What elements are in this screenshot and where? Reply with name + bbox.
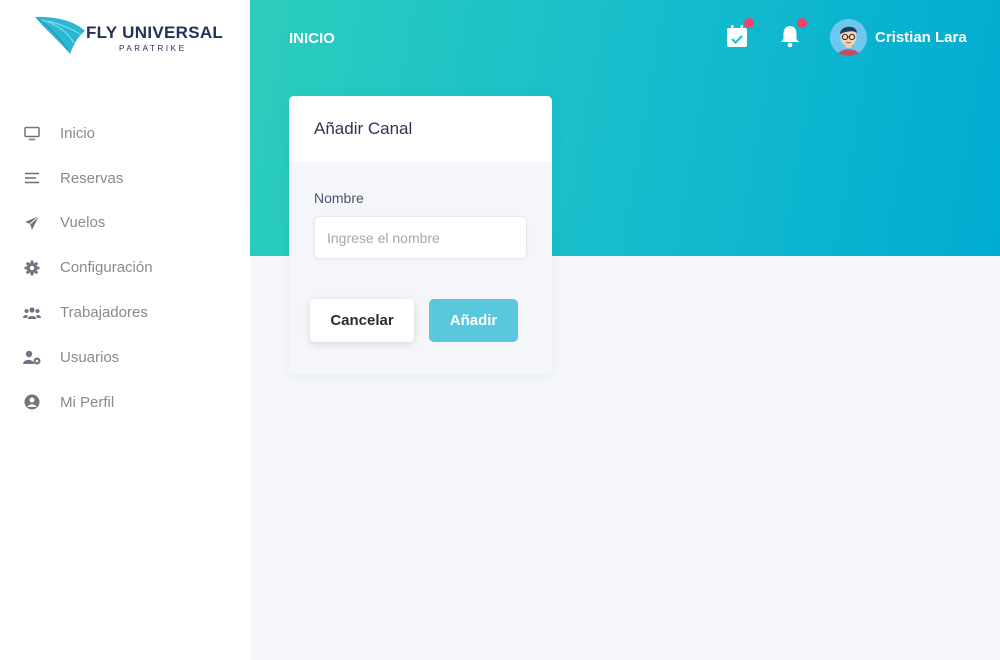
sidebar-nav: Inicio Reservas Vuelos Configuración Tra… — [0, 111, 250, 425]
sidebar-item-reservas[interactable]: Reservas — [0, 156, 250, 201]
calendar-check-icon[interactable] — [726, 18, 754, 50]
gear-icon — [23, 259, 41, 277]
wing-logo-icon — [35, 16, 85, 54]
sidebar-item-configuracion[interactable]: Configuración — [0, 245, 250, 290]
brand-subtitle: PARATRIKE — [119, 44, 187, 53]
sidebar-item-label: Inicio — [60, 124, 96, 142]
paper-plane-icon — [23, 214, 41, 232]
sidebar-item-label: Vuelos — [60, 214, 106, 232]
users-icon — [23, 304, 41, 322]
sidebar-item-label: Reservas — [60, 169, 124, 187]
brand-name: FLY UNIVERSAL — [86, 23, 224, 42]
bell-icon[interactable] — [779, 18, 807, 50]
brand-logo[interactable]: FLY UNIVERSAL PARATRIKE — [34, 14, 234, 58]
sidebar: FLY UNIVERSAL PARATRIKE Inicio Reservas … — [0, 0, 250, 660]
sidebar-item-mi-perfil[interactable]: Mi Perfil — [0, 380, 250, 425]
nombre-label: Nombre — [314, 190, 364, 206]
monitor-icon — [23, 124, 41, 142]
add-button[interactable]: Añadir — [429, 299, 518, 342]
user-cog-icon — [23, 348, 41, 366]
notification-dot — [797, 18, 807, 28]
page-title: INICIO — [289, 30, 335, 47]
menu-lines-icon — [23, 169, 41, 187]
sidebar-item-label: Trabajadores — [60, 304, 148, 322]
card-header: Añadir Canal — [289, 96, 552, 162]
sidebar-item-vuelos[interactable]: Vuelos — [0, 201, 250, 246]
add-channel-card: Añadir Canal Nombre Cancelar Añadir — [289, 96, 552, 374]
nombre-input[interactable] — [314, 216, 527, 259]
sidebar-item-label: Usuarios — [60, 348, 120, 366]
user-name: Cristian Lara — [875, 29, 967, 46]
notification-dot — [744, 18, 754, 28]
sidebar-item-inicio[interactable]: Inicio — [0, 111, 250, 156]
sidebar-item-trabajadores[interactable]: Trabajadores — [0, 290, 250, 335]
avatar — [830, 19, 867, 56]
sidebar-item-usuarios[interactable]: Usuarios — [0, 335, 250, 380]
cancel-button[interactable]: Cancelar — [310, 299, 414, 342]
card-title: Añadir Canal — [314, 119, 413, 138]
sidebar-item-label: Configuración — [60, 259, 153, 277]
sidebar-item-label: Mi Perfil — [60, 393, 115, 411]
user-circle-icon — [23, 393, 41, 411]
user-menu[interactable]: Cristian Lara — [830, 19, 967, 56]
